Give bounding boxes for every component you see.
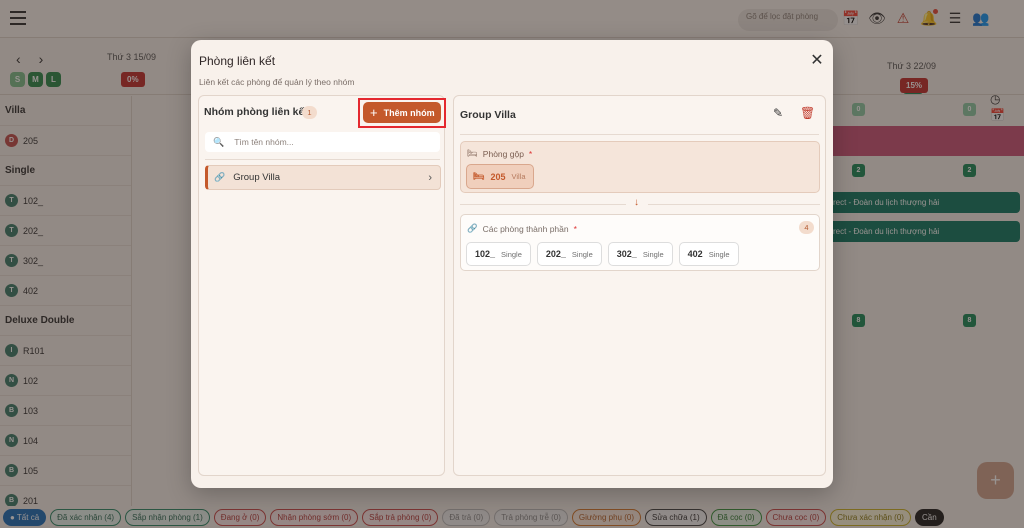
component-room-chip[interactable]: 402 Single (678, 242, 739, 266)
divider (460, 204, 626, 205)
component-room-chip[interactable]: 202_ Single (536, 242, 602, 266)
component-count-badge: 4 (799, 221, 814, 234)
required-mark: * (573, 223, 577, 234)
group-search-input[interactable] (234, 137, 425, 147)
divider (460, 134, 819, 135)
add-group-label: Thêm nhóm (383, 107, 435, 118)
component-room-number: 302_ (616, 249, 637, 259)
component-room-chip[interactable]: 102_ Single (466, 242, 531, 266)
group-detail-title: Group Villa (460, 109, 516, 121)
component-rooms-label-text: Các phòng thành phần (482, 223, 569, 234)
merged-room-type: Villa (511, 172, 526, 181)
component-room-chip[interactable]: 302_ Single (607, 242, 673, 266)
delete-icon[interactable]: 🗑 (800, 106, 815, 120)
group-search-field: 🔍 (205, 132, 440, 152)
component-room-number: 402 (687, 249, 703, 259)
chevron-right-icon: › (428, 171, 432, 184)
dialog-subtitle: Liên kết các phòng để quản lý theo nhóm (199, 77, 355, 87)
group-list-item[interactable]: 🔗 Group Villa › (205, 165, 441, 190)
component-rooms-section: 🔗 Các phòng thành phần * 4 102_ Single 202… (460, 214, 820, 271)
edit-icon[interactable]: ✎ (773, 106, 783, 120)
linked-rooms-dialog: Phòng liên kết Liên kết các phòng để quả… (191, 40, 833, 488)
group-list-title: Nhóm phòng liên kết (204, 106, 308, 118)
divider (205, 159, 440, 160)
link-icon: 🔗 (467, 223, 478, 233)
group-name: Group Villa (233, 172, 281, 183)
component-room-type: Single (642, 249, 664, 259)
dialog-title: Phòng liên kết (199, 54, 276, 68)
merged-room-label-text: Phòng gộp (482, 148, 524, 159)
link-icon: 🔗 (214, 172, 226, 182)
divider (648, 204, 820, 205)
search-icon: 🔍 (213, 136, 225, 147)
component-room-number: 102_ (475, 249, 496, 259)
component-rooms-label: 🔗 Các phòng thành phần * (467, 223, 577, 234)
component-room-number: 202_ (545, 249, 566, 259)
merged-room-number: 205 (490, 171, 506, 182)
merged-room-section: 🛏 Phòng gộp * 🛏 205 Villa (460, 141, 820, 193)
add-group-highlight: + Thêm nhóm (358, 98, 446, 128)
component-room-chips: 102_ Single 202_ Single 302_ Single 402 Single (466, 242, 739, 266)
bed-icon: 🛏 (473, 171, 485, 181)
component-room-type: Single (501, 249, 522, 259)
required-mark: * (528, 148, 533, 159)
group-count-badge: 1 (302, 106, 317, 119)
close-icon[interactable]: ✕ (808, 52, 826, 70)
merged-room-chip[interactable]: 🛏 205 Villa (466, 164, 534, 189)
plus-icon: + (370, 105, 378, 120)
merged-room-label: 🛏 Phòng gộp * (467, 148, 532, 159)
arrow-down-icon: ↓ (634, 197, 639, 208)
component-room-type: Single (708, 249, 730, 259)
group-list-panel: Nhóm phòng liên kết 1 + Thêm nhóm 🔍 🔗 Gr… (198, 95, 446, 476)
bed-icon: 🛏 (467, 148, 478, 158)
add-group-button[interactable]: + Thêm nhóm (363, 102, 441, 123)
component-room-type: Single (571, 249, 593, 259)
group-detail-panel: Group Villa ✎ 🗑 🛏 Phòng gộp * 🛏 205 Vill… (453, 95, 826, 476)
